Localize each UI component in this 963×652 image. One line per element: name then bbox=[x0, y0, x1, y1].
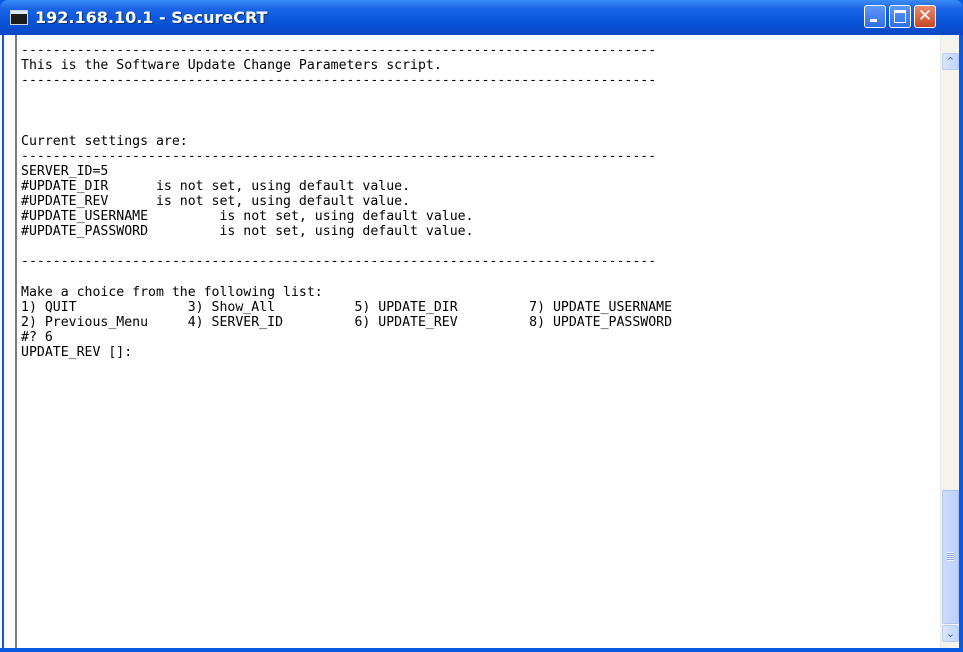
terminal-line: #UPDATE_DIR is not set, using default va… bbox=[21, 178, 411, 194]
terminal-line: #UPDATE_PASSWORD is not set, using defau… bbox=[21, 224, 474, 240]
securecrt-window: 192.168.10.1 - SecureCRT ✕ -------------… bbox=[0, 0, 963, 652]
scroll-down-arrow-icon: ⌄ bbox=[945, 627, 956, 640]
terminal-line: #UPDATE_USERNAME is not set, using defau… bbox=[21, 209, 474, 225]
scroll-down-button[interactable]: ⌄ bbox=[942, 625, 959, 642]
terminal-line: This is the Software Update Change Param… bbox=[21, 58, 442, 74]
terminal-line: ----------------------------------------… bbox=[21, 148, 657, 164]
terminal-line: #? 6 bbox=[21, 329, 53, 345]
terminal-line: Current settings are: bbox=[21, 133, 188, 149]
terminal-line: Make a choice from the following list: bbox=[21, 284, 323, 300]
vertical-scrollbar[interactable]: ⌃ ⌄ bbox=[940, 35, 959, 648]
close-button[interactable]: ✕ bbox=[914, 5, 936, 28]
close-icon: ✕ bbox=[917, 6, 933, 26]
terminal-line: ----------------------------------------… bbox=[21, 43, 657, 58]
window-bottom-border bbox=[0, 648, 963, 652]
minimize-button[interactable] bbox=[864, 5, 886, 28]
terminal-line: #UPDATE_REV is not set, using default va… bbox=[21, 193, 411, 209]
scrollbar-thumb[interactable] bbox=[942, 490, 959, 624]
grip-icon bbox=[947, 552, 954, 561]
terminal-icon[interactable] bbox=[10, 10, 28, 25]
terminal-line: ----------------------------------------… bbox=[21, 73, 657, 89]
terminal-output: ----------------------------------------… bbox=[21, 43, 672, 360]
terminal-line: SERVER_ID=5 bbox=[21, 163, 109, 179]
window-left-border bbox=[0, 35, 15, 652]
window-right-border bbox=[959, 35, 963, 652]
scroll-up-button[interactable]: ⌃ bbox=[942, 53, 959, 70]
terminal-line: 2) Previous_Menu 4) SERVER_ID 6) UPDATE_… bbox=[21, 314, 673, 330]
maximize-button[interactable] bbox=[889, 5, 911, 28]
window-title: 192.168.10.1 - SecureCRT bbox=[35, 8, 268, 27]
scroll-up-arrow-icon: ⌃ bbox=[945, 55, 956, 68]
terminal-line: 1) QUIT 3) Show_All 5) UPDATE_DIR 7) UPD… bbox=[21, 299, 673, 315]
terminal-area[interactable]: ----------------------------------------… bbox=[15, 35, 940, 648]
terminal-line: UPDATE_REV []: bbox=[21, 344, 133, 360]
terminal-line: ----------------------------------------… bbox=[21, 254, 657, 270]
title-bar[interactable]: 192.168.10.1 - SecureCRT ✕ bbox=[0, 0, 963, 35]
